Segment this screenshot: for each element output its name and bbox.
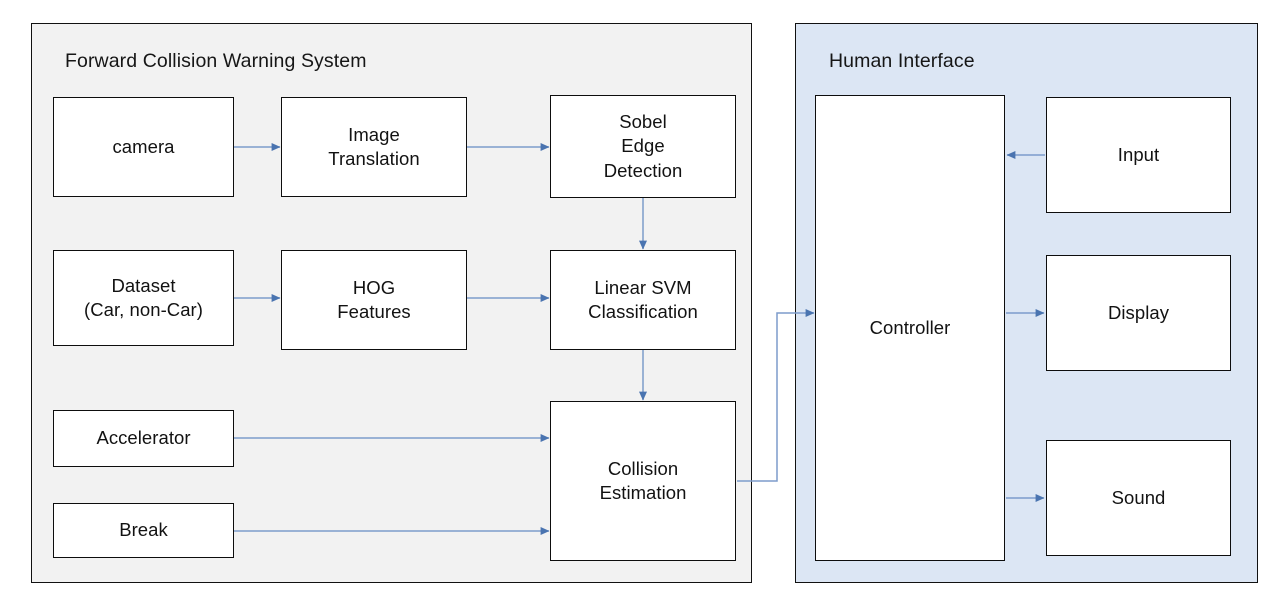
node-display-label: Display (1107, 301, 1169, 323)
node-hog-features[interactable]: HOG Features (281, 250, 467, 350)
panel-title-human-interface: Human Interface (829, 50, 975, 72)
node-sobel-edge-detection-label: Sobel Edge Detection (603, 110, 683, 181)
node-brake[interactable]: Break (53, 503, 234, 558)
node-camera[interactable]: camera (53, 97, 234, 197)
node-collision-estimation[interactable]: Collision Estimation (550, 401, 736, 561)
node-controller-label: Controller (869, 316, 951, 338)
node-sobel-edge-detection[interactable]: Sobel Edge Detection (550, 95, 736, 198)
node-sound-label: Sound (1111, 486, 1166, 508)
node-input-label: Input (1117, 143, 1160, 165)
node-controller[interactable]: Controller (815, 95, 1005, 561)
node-dataset[interactable]: Dataset (Car, non-Car) (53, 250, 234, 346)
node-display[interactable]: Display (1046, 255, 1231, 371)
node-linear-svm-classification[interactable]: Linear SVM Classification (550, 250, 736, 350)
node-camera-label: camera (112, 135, 175, 157)
node-collision-estimation-label: Collision Estimation (599, 457, 687, 503)
node-hog-features-label: HOG Features (337, 276, 411, 322)
node-accelerator-label: Accelerator (96, 427, 191, 449)
node-image-translation[interactable]: Image Translation (281, 97, 467, 197)
node-sound[interactable]: Sound (1046, 440, 1231, 556)
panel-title-fcws: Forward Collision Warning System (65, 50, 367, 72)
node-brake-label: Break (119, 519, 168, 541)
node-accelerator[interactable]: Accelerator (53, 410, 234, 467)
node-linear-svm-classification-label: Linear SVM Classification (588, 276, 698, 322)
node-input[interactable]: Input (1046, 97, 1231, 213)
diagram-canvas: Forward Collision Warning System Human I… (0, 0, 1280, 610)
node-dataset-label: Dataset (Car, non-Car) (84, 274, 203, 320)
node-image-translation-label: Image Translation (328, 123, 420, 169)
